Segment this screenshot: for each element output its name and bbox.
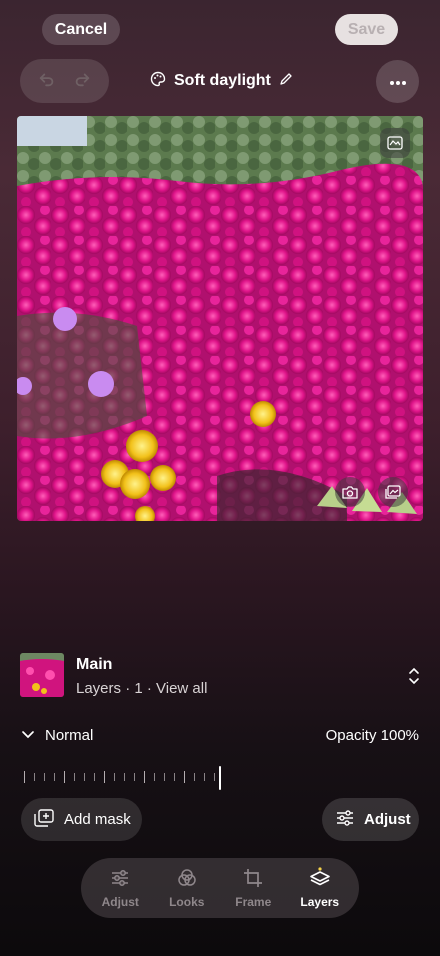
tab-label: Looks bbox=[169, 895, 205, 909]
layers-icon bbox=[309, 867, 331, 892]
cancel-button[interactable]: Cancel bbox=[42, 14, 120, 45]
camera-icon[interactable] bbox=[335, 477, 365, 507]
tab-frame[interactable]: Frame bbox=[221, 867, 285, 909]
add-mask-label: Add mask bbox=[64, 811, 131, 828]
slider-tick bbox=[24, 771, 25, 783]
slider-tick bbox=[184, 771, 185, 783]
look-title-text: Soft daylight bbox=[174, 72, 271, 89]
tab-label: Layers bbox=[300, 895, 340, 909]
look-title[interactable]: Soft daylight bbox=[150, 70, 293, 92]
layer-subtitle[interactable]: Layers · 1 · View all bbox=[76, 680, 207, 697]
add-mask-icon bbox=[34, 808, 54, 831]
opacity-label: Opacity 100% bbox=[325, 727, 419, 744]
slider-tick bbox=[64, 771, 65, 783]
looks-icon bbox=[176, 867, 198, 892]
slider-tick bbox=[154, 773, 155, 781]
slider-tick bbox=[144, 771, 145, 783]
photo-preview[interactable] bbox=[17, 116, 423, 521]
tab-looks[interactable]: Looks bbox=[155, 867, 219, 909]
layer-name: Main bbox=[76, 656, 113, 673]
slider-tick bbox=[94, 773, 95, 781]
slider-tick bbox=[214, 773, 215, 781]
slider-tick bbox=[74, 773, 75, 781]
tab-label: Frame bbox=[235, 895, 272, 909]
pencil-icon[interactable] bbox=[279, 72, 293, 91]
tab-layers[interactable]: Layers bbox=[288, 867, 352, 909]
redo-icon[interactable] bbox=[73, 70, 91, 93]
slider-tick bbox=[114, 773, 115, 781]
add-mask-button[interactable]: Add mask bbox=[21, 798, 142, 841]
sliders-icon bbox=[336, 809, 354, 830]
slider-thumb[interactable] bbox=[219, 766, 221, 790]
slider-tick bbox=[134, 773, 135, 781]
slider-tick bbox=[204, 773, 205, 781]
save-button[interactable]: Save bbox=[335, 14, 398, 45]
opacity-slider[interactable] bbox=[24, 765, 224, 791]
adjust-button[interactable]: Adjust bbox=[322, 798, 419, 841]
slider-tick bbox=[34, 773, 35, 781]
slider-tick bbox=[174, 773, 175, 781]
compare-icon[interactable] bbox=[380, 128, 410, 158]
slider-tick bbox=[164, 773, 165, 781]
blend-mode-label: Normal bbox=[45, 727, 94, 744]
chevron-up-down-icon[interactable] bbox=[408, 667, 420, 690]
sliders-icon bbox=[109, 867, 131, 892]
undo-redo-group bbox=[20, 59, 109, 103]
blend-mode-dropdown[interactable]: Normal bbox=[21, 727, 93, 744]
layer-thumbnail bbox=[20, 653, 64, 697]
bottom-tab-bar: Adjust Looks Frame Layers bbox=[81, 858, 359, 918]
layer-selector[interactable]: Main Layers · 1 · View all bbox=[20, 653, 420, 699]
adjust-label: Adjust bbox=[364, 811, 411, 828]
chevron-down-icon bbox=[21, 727, 35, 744]
slider-tick bbox=[84, 773, 85, 781]
slider-tick bbox=[44, 773, 45, 781]
slider-tick bbox=[194, 773, 195, 781]
more-icon bbox=[389, 73, 407, 91]
undo-icon[interactable] bbox=[38, 70, 56, 93]
tab-adjust[interactable]: Adjust bbox=[88, 867, 152, 909]
slider-tick bbox=[54, 773, 55, 781]
gallery-icon[interactable] bbox=[378, 477, 408, 507]
more-button[interactable] bbox=[376, 60, 419, 103]
tab-label: Adjust bbox=[101, 895, 139, 909]
flower-photo bbox=[17, 116, 423, 521]
slider-tick bbox=[124, 773, 125, 781]
slider-tick bbox=[104, 771, 105, 783]
crop-icon bbox=[242, 867, 264, 892]
palette-icon bbox=[150, 71, 166, 92]
